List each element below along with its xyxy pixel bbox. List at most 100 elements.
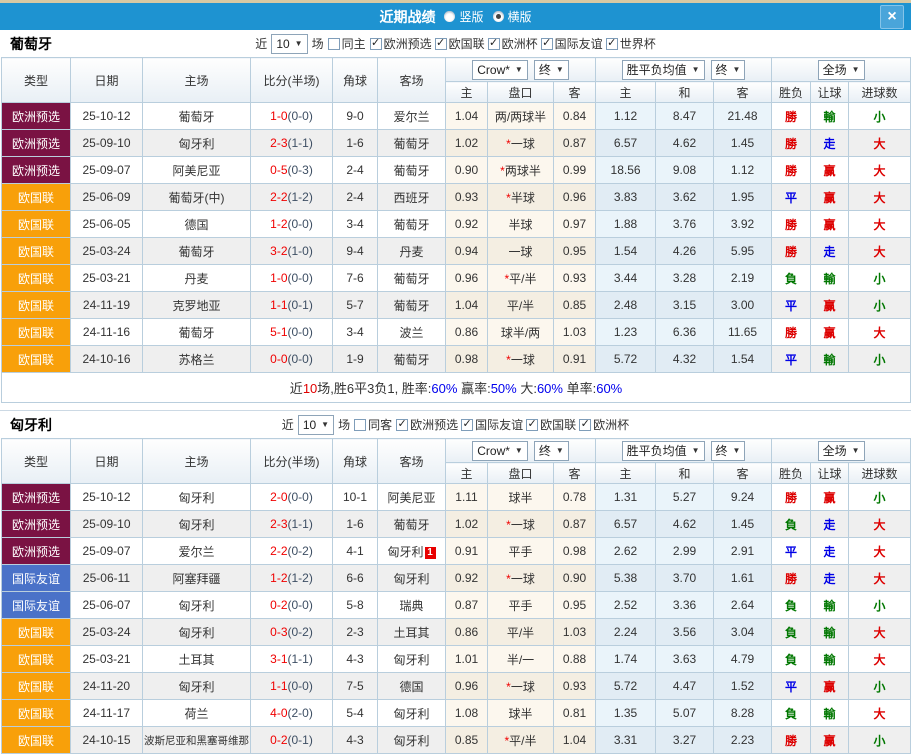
home-team-cell[interactable]: 葡萄牙(中)	[143, 184, 251, 211]
score-cell: 0-3(0-2)	[251, 619, 333, 646]
home-team-cell[interactable]: 波斯尼亚和黑塞哥维那	[143, 727, 251, 754]
avg-win-odds-cell: 2.52	[596, 592, 656, 619]
home-team-cell[interactable]: 土耳其	[143, 646, 251, 673]
away-team-cell[interactable]: 波兰	[378, 319, 446, 346]
header-avg-win: 主	[596, 463, 656, 484]
competition-checkbox[interactable]: 国际友谊	[541, 35, 603, 52]
avg-dropdown[interactable]: 胜平负均值▼	[622, 60, 705, 80]
home-team-cell[interactable]: 阿美尼亚	[143, 157, 251, 184]
scope-dropdown[interactable]: 全场▼	[818, 441, 865, 461]
away-team-cell[interactable]: 土耳其	[378, 619, 446, 646]
radio-horizontal-layout[interactable]: 横版	[493, 8, 532, 25]
home-team-cell[interactable]: 葡萄牙	[143, 319, 251, 346]
crow-odds-dropdown[interactable]: Crow*▼	[472, 441, 528, 461]
date-cell: 24-10-16	[71, 346, 143, 373]
home-team-cell[interactable]: 克罗地亚	[143, 292, 251, 319]
radio-label: 竖版	[459, 8, 483, 25]
competition-type-cell: 欧国联	[2, 646, 71, 673]
avg-final-dropdown[interactable]: 终▼	[711, 441, 746, 461]
competition-checkbox[interactable]: 欧洲杯	[579, 416, 629, 433]
date-cell: 25-03-24	[71, 238, 143, 265]
win-lose-result-cell: 平	[772, 346, 811, 373]
home-team-cell[interactable]: 匈牙利	[143, 130, 251, 157]
avg-final-dropdown[interactable]: 终▼	[711, 60, 746, 80]
match-count-select[interactable]: 10▼	[298, 415, 334, 435]
competition-type-cell: 欧国联	[2, 292, 71, 319]
away-team-cell[interactable]: 葡萄牙	[378, 292, 446, 319]
same-venue-checkbox[interactable]: 同客	[354, 416, 392, 433]
date-cell: 25-06-11	[71, 565, 143, 592]
handicap-result-cell: 赢	[811, 484, 849, 511]
competition-type-cell: 欧国联	[2, 211, 71, 238]
avg-lose-odds-cell: 1.61	[714, 565, 772, 592]
header-crow-away: 客	[554, 463, 596, 484]
checkbox-label: 欧洲预选	[384, 35, 432, 52]
table-row: 国际友谊 25-06-11 阿塞拜疆 1-2(1-2) 6-6 匈牙利 0.92…	[2, 565, 911, 592]
radio-vertical-layout[interactable]: 竖版	[444, 8, 483, 25]
handicap-result-cell: 走	[811, 511, 849, 538]
away-team-cell[interactable]: 葡萄牙	[378, 511, 446, 538]
handicap-result-cell: 走	[811, 130, 849, 157]
handicap-result-cell: 赢	[811, 184, 849, 211]
home-team-cell[interactable]: 葡萄牙	[143, 103, 251, 130]
home-team-cell[interactable]: 荷兰	[143, 700, 251, 727]
competition-checkbox[interactable]: 欧国联	[435, 35, 485, 52]
home-team-cell[interactable]: 丹麦	[143, 265, 251, 292]
away-team-cell[interactable]: 匈牙利1	[378, 538, 446, 565]
competition-type-cell: 欧国联	[2, 184, 71, 211]
home-team-cell[interactable]: 匈牙利	[143, 592, 251, 619]
summary-text-part: 60%	[596, 381, 622, 396]
away-team-cell[interactable]: 瑞典	[378, 592, 446, 619]
away-team-cell[interactable]: 匈牙利	[378, 727, 446, 754]
home-team-cell[interactable]: 葡萄牙	[143, 238, 251, 265]
competition-checkbox[interactable]: 欧国联	[526, 416, 576, 433]
scope-dropdown[interactable]: 全场▼	[818, 60, 865, 80]
win-lose-result-cell: 負	[772, 646, 811, 673]
avg-dropdown[interactable]: 胜平负均值▼	[622, 441, 705, 461]
home-team-cell[interactable]: 匈牙利	[143, 484, 251, 511]
home-team-cell[interactable]: 匈牙利	[143, 673, 251, 700]
home-team-cell[interactable]: 匈牙利	[143, 511, 251, 538]
crow-odds-dropdown[interactable]: Crow*▼	[472, 60, 528, 80]
away-team-cell[interactable]: 匈牙利	[378, 565, 446, 592]
away-team-cell[interactable]: 匈牙利	[378, 700, 446, 727]
halftime-score: (1-1)	[288, 652, 313, 666]
header-handicap: 盘口	[488, 82, 554, 103]
crow-final-dropdown[interactable]: 终▼	[534, 441, 569, 461]
close-button[interactable]: ×	[880, 5, 904, 29]
competition-checkbox[interactable]: 欧洲预选	[370, 35, 432, 52]
away-team-cell[interactable]: 葡萄牙	[378, 346, 446, 373]
away-team-cell[interactable]: 葡萄牙	[378, 130, 446, 157]
away-team-cell[interactable]: 葡萄牙	[378, 265, 446, 292]
competition-checkbox[interactable]: 欧洲杯	[488, 35, 538, 52]
match-count-select[interactable]: 10▼	[271, 34, 307, 54]
home-team-cell[interactable]: 苏格兰	[143, 346, 251, 373]
away-team-cell[interactable]: 阿美尼亚	[378, 484, 446, 511]
fulltime-score: 3-2	[270, 244, 287, 258]
home-team-cell[interactable]: 爱尔兰	[143, 538, 251, 565]
checkbox-icon	[488, 38, 500, 50]
away-team-cell[interactable]: 匈牙利	[378, 646, 446, 673]
same-venue-checkbox[interactable]: 同主	[328, 35, 366, 52]
games-label: 场	[312, 35, 324, 52]
competition-checkbox[interactable]: 欧洲预选	[396, 416, 458, 433]
away-team-cell[interactable]: 爱尔兰	[378, 103, 446, 130]
away-team-cell[interactable]: 西班牙	[378, 184, 446, 211]
away-team-cell[interactable]: 葡萄牙	[378, 211, 446, 238]
goals-result-cell: 大	[849, 646, 911, 673]
competition-checkbox[interactable]: 国际友谊	[461, 416, 523, 433]
home-team-cell[interactable]: 阿塞拜疆	[143, 565, 251, 592]
handicap-result-cell: 走	[811, 238, 849, 265]
fulltime-score: 1-1	[270, 298, 287, 312]
away-team-cell[interactable]: 葡萄牙	[378, 157, 446, 184]
away-odds-cell: 0.96	[554, 184, 596, 211]
home-team-cell[interactable]: 匈牙利	[143, 619, 251, 646]
competition-checkbox[interactable]: 世界杯	[606, 35, 656, 52]
fulltime-score: 1-0	[270, 109, 287, 123]
away-team-cell[interactable]: 德国	[378, 673, 446, 700]
avg-lose-odds-cell: 1.45	[714, 511, 772, 538]
home-team-cell[interactable]: 德国	[143, 211, 251, 238]
win-lose-result-cell: 平	[772, 538, 811, 565]
away-team-cell[interactable]: 丹麦	[378, 238, 446, 265]
crow-final-dropdown[interactable]: 终▼	[534, 60, 569, 80]
